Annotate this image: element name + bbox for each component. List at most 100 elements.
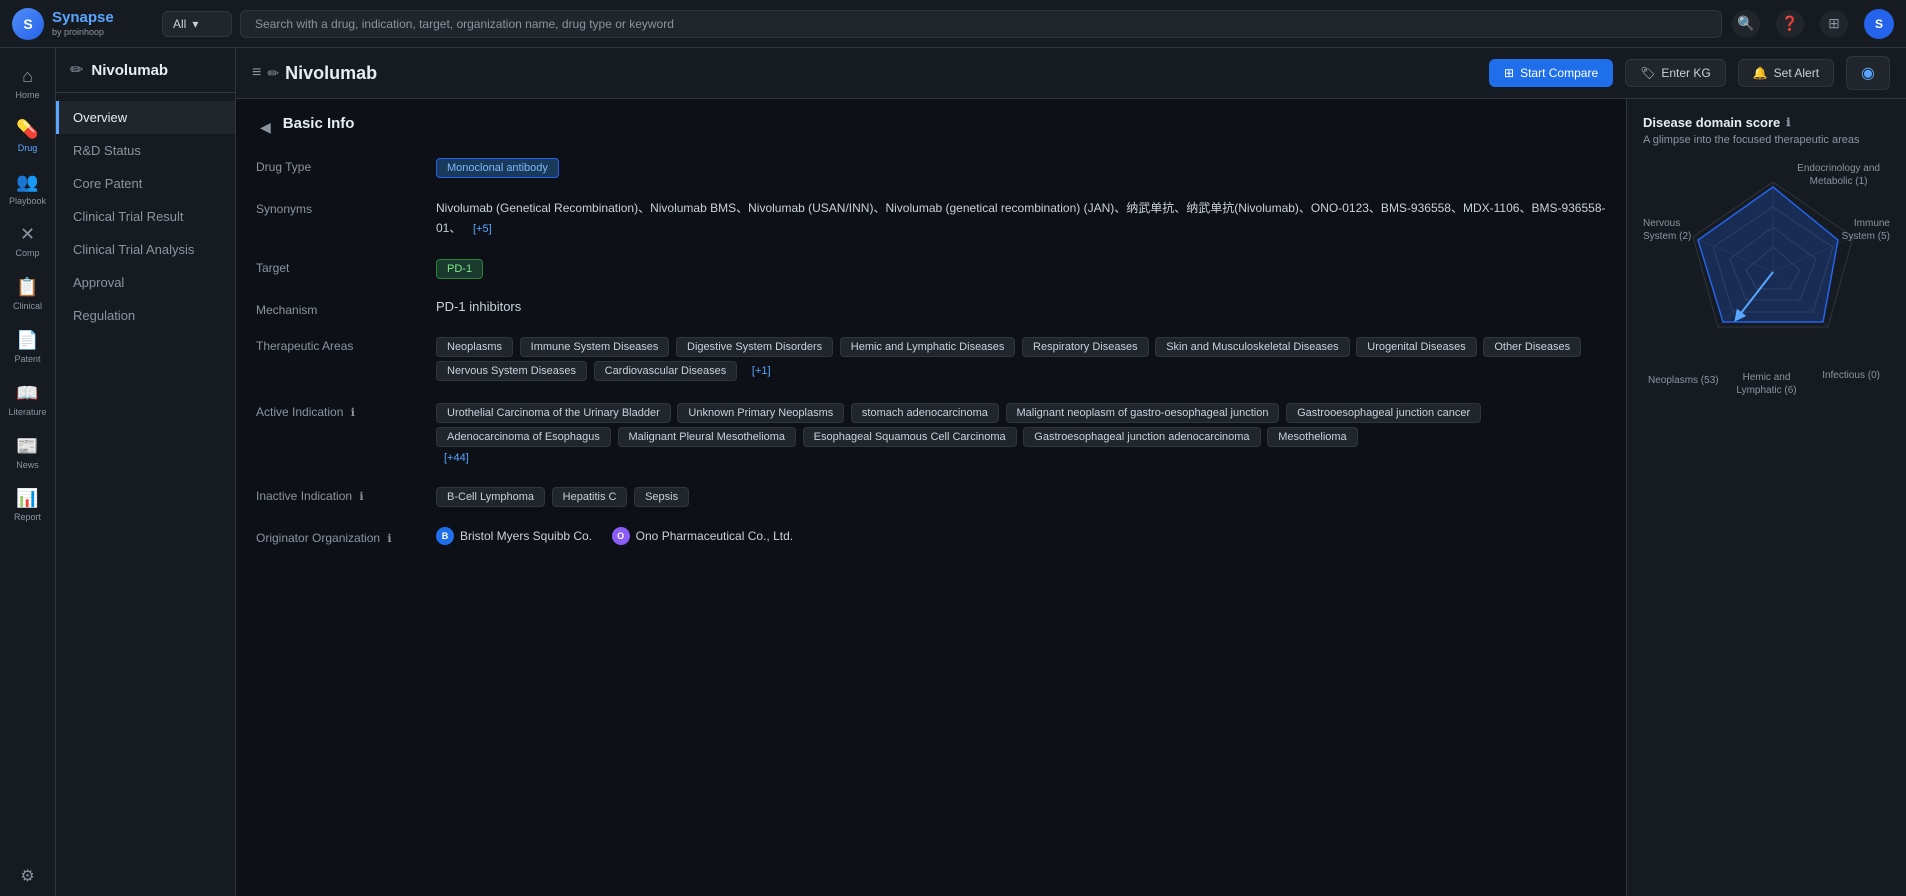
info-row-inactive-indication: Inactive Indication ℹ B-Cell Lymphoma He… [256,485,1606,509]
logo-area: S Synapse by proinhoop [12,8,152,40]
mechanism-value: PD-1 inhibitors [436,299,1606,314]
nav-menu: Overview R&D Status Core Patent Clinical… [56,93,235,340]
chart-title-text: Disease domain score [1643,115,1780,130]
action-bar-left: ≡ ✏ Nivolumab [252,63,377,84]
synonyms-more[interactable]: [+5] [465,220,500,238]
sidebar-clinical-label: Clinical [13,301,42,312]
right-panel: Disease domain score ℹ A glimpse into th… [1626,99,1906,896]
nav-item-overview[interactable]: Overview [56,101,235,134]
start-compare-label: Start Compare [1520,66,1598,80]
pencil-icon-action: ✏ [267,65,279,82]
synonyms-label: Synonyms [256,198,436,216]
set-alert-button[interactable]: 🔔 Set Alert [1738,59,1834,87]
info-row-synonyms: Synonyms Nivolumab (Genetical Recombinat… [256,198,1606,239]
toggle-switch[interactable]: ◉ [1846,56,1890,90]
avatar[interactable]: S [1864,9,1894,39]
ai-tag-5: Adenocarcinoma of Esophagus [436,427,611,447]
menu-lines-icon[interactable]: ≡ [252,64,261,82]
ta-tag-0: Neoplasms [436,337,513,357]
ai-more[interactable]: [+44] [436,449,477,467]
nav-item-rd-status[interactable]: R&D Status [56,134,235,167]
set-alert-label: Set Alert [1774,66,1819,80]
sidebar-item-news[interactable]: 📰 News [4,428,52,479]
drug-title-bar: ✏ Nivolumab [56,48,235,93]
nav-item-core-patent[interactable]: Core Patent [56,167,235,200]
nav-item-clinical-trial-result[interactable]: Clinical Trial Result [56,200,235,233]
settings-icon: ⚙ [20,868,34,885]
action-bar-right: ⊞ Start Compare 🏷 Enter KG 🔔 Set Alert ◉ [1489,56,1890,90]
sidebar-item-clinical[interactable]: 📋 Clinical [4,269,52,320]
ta-tag-9: Cardiovascular Diseases [594,361,738,381]
info-row-originator: Originator Organization ℹ B Bristol Myer… [256,527,1606,545]
playbook-icon: 👥 [16,172,38,193]
ta-tag-8: Nervous System Diseases [436,361,587,381]
page-title: Nivolumab [285,63,377,84]
alert-icon: 🔔 [1753,66,1768,80]
search-icon-btn[interactable]: 🔍 [1732,10,1760,38]
sidebar-item-literature[interactable]: 📖 Literature [4,375,52,426]
sidebar-item-comp[interactable]: ✕ Comp [4,216,52,267]
ta-tag-5: Skin and Musculoskeletal Diseases [1155,337,1349,357]
inactive-indication-label: Inactive Indication ℹ [256,485,436,503]
ta-tag-4: Respiratory Diseases [1022,337,1149,357]
ta-tag-3: Hemic and Lymphatic Diseases [840,337,1016,357]
originator-value: B Bristol Myers Squibb Co. O Ono Pharmac… [436,527,1606,545]
inactive-indication-value: B-Cell Lymphoma Hepatitis C Sepsis [436,485,1606,509]
enter-kg-button[interactable]: 🏷 Enter KG [1625,59,1726,87]
nav-item-approval[interactable]: Approval [56,266,235,299]
sidebar-literature-label: Literature [8,407,46,418]
info-row-drug-type: Drug Type Monoclonal antibody [256,156,1606,180]
sidebar-item-report[interactable]: 📊 Report [4,480,52,531]
chart-info-icon: ℹ [1786,116,1790,129]
start-compare-button[interactable]: ⊞ Start Compare [1489,59,1613,87]
sidebar-comp-label: Comp [15,248,39,259]
sidebar-bottom-icon[interactable]: ⚙ [20,866,34,886]
info-row-mechanism: Mechanism PD-1 inhibitors [256,299,1606,317]
compare-icon: ⊞ [1504,66,1514,80]
ai-tag-4: Gastrooesophageal junction cancer [1286,403,1481,423]
drug-type-label: Drug Type [256,156,436,174]
ta-tag-7: Other Diseases [1483,337,1581,357]
ii-tag-0: B-Cell Lymphoma [436,487,545,507]
logo-icon: S [12,8,44,40]
chevron-down-icon: ▾ [192,17,198,31]
enter-kg-label: Enter KG [1661,66,1710,80]
basic-info-header: Basic Info [283,115,355,140]
sidebar-item-patent[interactable]: 📄 Patent [4,322,52,373]
target-value: PD-1 [436,257,1606,281]
patent-icon: 📄 [16,330,38,351]
synonyms-value: Nivolumab (Genetical Recombination)、Nivo… [436,198,1606,239]
sidebar-item-home[interactable]: ⌂ Home [4,58,52,109]
ta-more[interactable]: [+1] [744,362,779,380]
sidebar-item-drug[interactable]: 💊 Drug [4,111,52,162]
main-area: ◀ Basic Info Drug Type Monoclonal antibo… [236,99,1906,896]
filter-select[interactable]: All ▾ [162,11,232,37]
drug-type-tag: Monoclonal antibody [436,158,559,178]
target-tag: PD-1 [436,259,483,279]
home-icon: ⌂ [22,66,33,87]
sidebar-news-label: News [16,460,39,471]
search-input[interactable] [240,10,1722,38]
nav-item-regulation[interactable]: Regulation [56,299,235,332]
target-label: Target [256,257,436,275]
help-icon-btn[interactable]: ❓ [1776,10,1804,38]
org-item-1: O Ono Pharmaceutical Co., Ltd. [612,527,793,545]
clinical-icon: 📋 [16,277,38,298]
nav-item-clinical-trial-analysis[interactable]: Clinical Trial Analysis [56,233,235,266]
synonyms-text: Nivolumab (Genetical Recombination)、Nivo… [436,201,1606,235]
org-name-bms: Bristol Myers Squibb Co. [460,529,592,543]
action-bar: ≡ ✏ Nivolumab ⊞ Start Compare 🏷 Enter KG… [236,48,1906,99]
ta-tag-2: Digestive System Disorders [676,337,833,357]
chart-title: Disease domain score ℹ [1643,115,1890,130]
section-header-row: ◀ Basic Info [256,115,1606,140]
collapse-button[interactable]: ◀ [256,119,275,136]
drug-pencil-icon: ✏ [70,60,83,80]
grid-icon-btn[interactable]: ⊞ [1820,10,1848,38]
filter-value: All [173,17,186,31]
sidebar-icons: ⌂ Home 💊 Drug 👥 Playbook ✕ Comp 📋 Clinic… [0,48,56,896]
ii-tag-1: Hepatitis C [552,487,628,507]
sidebar-item-playbook[interactable]: 👥 Playbook [4,164,52,215]
info-row-therapeutic-areas: Therapeutic Areas Neoplasms Immune Syste… [256,335,1606,383]
logo-name: Synapse [52,10,114,27]
org-item-0: B Bristol Myers Squibb Co. [436,527,592,545]
